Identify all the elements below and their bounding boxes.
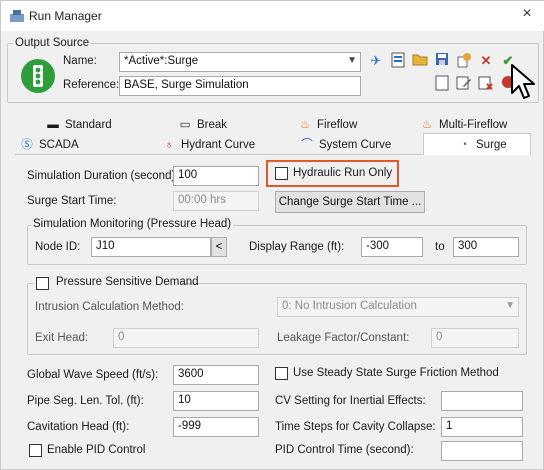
display-range-label: Display Range (ft): <box>249 241 345 253</box>
time-steps-input[interactable]: 1 <box>441 417 523 437</box>
tab-multi-fireflow[interactable]: ♨ Multi-Fireflow <box>419 116 508 134</box>
pressure-demand-checkbox[interactable] <box>36 277 49 290</box>
run-manager-app-icon <box>10 10 24 22</box>
new-document-icon[interactable] <box>433 75 451 93</box>
steady-state-friction-checkbox[interactable] <box>275 367 288 380</box>
tab-surge-label: Surge <box>476 139 507 151</box>
sim-duration-label: Simulation Duration (second): <box>27 170 179 182</box>
node-id-input[interactable]: J10 <box>91 237 211 257</box>
simulation-monitoring-legend: Simulation Monitoring (Pressure Head) <box>31 218 234 230</box>
system-curve-icon: ⌒ <box>301 139 313 151</box>
tab-fireflow[interactable]: ♨ Fireflow <box>297 116 357 134</box>
close-window-button[interactable]: × <box>517 5 537 23</box>
chevron-down-icon: ▼ <box>505 300 515 311</box>
surge-icon: ◔ <box>460 139 468 151</box>
node-select-button[interactable]: < <box>211 237 227 257</box>
tab-system-curve-label: System Curve <box>319 139 392 151</box>
pressure-demand-label: Pressure Sensitive Demand <box>56 276 199 288</box>
global-wave-speed-input[interactable]: 3600 <box>173 365 259 385</box>
hydrant-curve-icon: ♁ <box>164 139 174 151</box>
range-from-input[interactable]: -300 <box>361 237 423 257</box>
standard-icon: ▬ <box>47 119 59 131</box>
cavitation-head-label: Cavitation Head (ft): <box>27 421 130 433</box>
range-to-label: to <box>435 241 445 253</box>
delete-results-icon[interactable]: ✕ <box>477 52 495 70</box>
highlight-box <box>266 160 399 187</box>
intrusion-method-label: Intrusion Calculation Method: <box>35 301 184 313</box>
tab-scada[interactable]: Ⓢ SCADA <box>19 136 79 154</box>
tab-strip-row2: Ⓢ SCADA ♁ Hydrant Curve ⌒ System Curve ◔ Sur… <box>15 133 531 156</box>
pipe-seg-tol-label: Pipe Seg. Len. Tol. (ft): <box>27 395 144 407</box>
leakage-label: Leakage Factor/Constant: <box>277 332 410 344</box>
reference-field[interactable]: BASE, Surge Simulation <box>119 76 361 96</box>
tab-surge[interactable]: ◔ Surge <box>423 133 531 156</box>
tab-system-curve[interactable]: ⌒ System Curve <box>299 136 391 154</box>
global-wave-speed-label: Global Wave Speed (ft/s): <box>27 369 159 381</box>
save-icon[interactable] <box>433 52 451 70</box>
pid-time-input[interactable] <box>441 441 523 461</box>
tab-strip-row1: ▬ Standard ▭ Break ♨ Fireflow ♨ Multi-Firefl… <box>15 115 531 135</box>
tab-hydrant-curve[interactable]: ♁ Hydrant Curve <box>161 136 255 154</box>
intrusion-method-value: 0: No Intrusion Calculation <box>282 300 417 312</box>
scenario-name-value: *Active*:Surge <box>124 55 199 67</box>
chevron-down-icon: ▼ <box>347 55 357 66</box>
steady-state-friction-label: Use Steady State Surge Friction Method <box>293 367 499 379</box>
name-label: Name: <box>63 55 97 67</box>
tab-scada-label: SCADA <box>39 139 79 151</box>
fireflow-icon: ♨ <box>299 119 311 131</box>
node-id-label: Node ID: <box>35 241 81 253</box>
title-bar: Run Manager × <box>1 1 544 31</box>
tab-fireflow-label: Fireflow <box>317 119 358 131</box>
report-icon[interactable] <box>389 52 407 70</box>
multi-fireflow-icon: ♨ <box>421 119 433 131</box>
tab-hydrant-curve-label: Hydrant Curve <box>181 139 256 151</box>
cavitation-head-input[interactable]: -999 <box>173 417 259 437</box>
run-status-icon[interactable] <box>21 59 55 93</box>
pressure-demand-legend: Pressure Sensitive Demand <box>33 276 199 290</box>
edit-icon[interactable] <box>455 75 473 93</box>
surge-start-time-label: Surge Start Time: <box>27 195 117 207</box>
tab-multi-fireflow-label: Multi-Fireflow <box>439 119 508 131</box>
open-folder-icon[interactable] <box>411 52 429 70</box>
scada-icon: Ⓢ <box>21 139 33 151</box>
run-manager-window: Run Manager × Output Source Name: *Activ… <box>0 0 544 470</box>
mouse-cursor-icon <box>511 64 535 99</box>
surge-start-time-field: 00:00 hrs <box>173 191 259 211</box>
scenario-name-select[interactable]: *Active*:Surge ▼ <box>119 52 361 72</box>
sim-duration-input[interactable]: 100 <box>173 166 259 186</box>
change-start-time-button[interactable]: Change Surge Start Time ... <box>275 191 425 213</box>
tab-break[interactable]: ▭ Break <box>177 116 227 134</box>
tab-break-label: Break <box>197 119 228 131</box>
pid-time-label: PID Control Time (second): <box>275 444 414 456</box>
exit-head-label: Exit Head: <box>35 332 89 344</box>
pipe-seg-tol-input[interactable]: 10 <box>173 391 259 411</box>
cv-setting-label: CV Setting for Inertial Effects: <box>275 395 426 407</box>
output-source-legend: Output Source <box>13 37 92 49</box>
range-to-input[interactable]: 300 <box>453 237 519 257</box>
time-steps-label: Time Steps for Cavity Collapse: <box>275 421 436 433</box>
delete-document-icon[interactable] <box>477 75 495 93</box>
leakage-input: 0 <box>431 328 519 348</box>
compute-icon[interactable]: ✈ <box>367 52 385 70</box>
window-title: Run Manager <box>29 9 102 23</box>
enable-pid-checkbox[interactable] <box>29 444 42 457</box>
tab-standard-label: Standard <box>65 119 112 131</box>
break-icon: ▭ <box>179 119 191 131</box>
reference-label: Reference: <box>63 79 120 91</box>
exit-head-input: 0 <box>113 328 259 348</box>
copy-options-icon[interactable] <box>455 52 473 70</box>
tab-standard[interactable]: ▬ Standard <box>45 116 112 134</box>
cv-setting-input[interactable] <box>441 391 523 411</box>
intrusion-method-select: 0: No Intrusion Calculation ▼ <box>277 297 519 317</box>
reference-value: BASE, Surge Simulation <box>124 79 249 91</box>
enable-pid-label: Enable PID Control <box>47 444 146 456</box>
